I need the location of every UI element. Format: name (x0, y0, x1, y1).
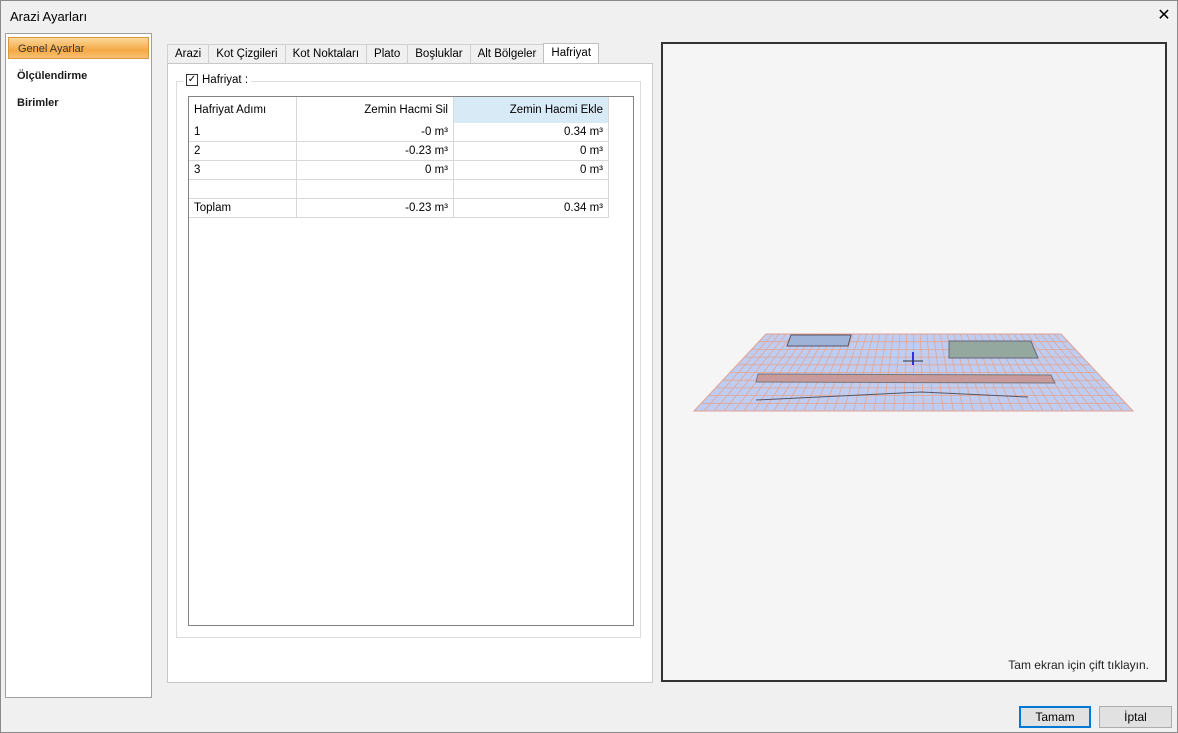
table-cell: Toplam (189, 199, 297, 218)
tab-alt-bolgeler[interactable]: Alt Bölgeler (469, 44, 545, 64)
table-cell (189, 180, 297, 199)
close-icon[interactable]: ✕ (1153, 5, 1175, 27)
table-row[interactable]: Toplam -0.23 m³ 0.34 m³ (189, 199, 609, 218)
table-cell: 0 m³ (297, 161, 454, 180)
table-cell: -0.23 m³ (297, 142, 454, 161)
tab-arazi[interactable]: Arazi (167, 44, 210, 64)
column-header[interactable]: Zemin Hacmi Ekle (454, 97, 609, 123)
table-header: Hafriyat Adımı Zemin Hacmi Sil Zemin Hac… (189, 97, 609, 123)
fullscreen-hint: Tam ekran için çift tıklayın. (1008, 658, 1149, 672)
sidebar-item-olculendirme[interactable]: Ölçülendirme (8, 65, 149, 87)
table-row[interactable]: 30 m³ 0 m³ (189, 161, 609, 180)
table-cell: -0 m³ (297, 123, 454, 142)
table-cell: 3 (189, 161, 297, 180)
hafriyat-table: Hafriyat Adımı Zemin Hacmi Sil Zemin Hac… (188, 96, 634, 626)
ok-button[interactable]: Tamam (1019, 706, 1091, 728)
sidebar-item-genel-ayarlar[interactable]: Genel Ayarlar (8, 37, 149, 59)
tab-kot-noktalari[interactable]: Kot Noktaları (284, 44, 368, 64)
tab-bar: Arazi Kot Çizgileri Kot Noktaları Plato … (167, 43, 600, 64)
cancel-button[interactable]: İptal (1099, 706, 1172, 728)
table-cell: 2 (189, 142, 297, 161)
table-row[interactable]: 2 -0.23 m³ 0 m³ (189, 142, 609, 161)
terrain-preview[interactable]: Tam ekran için çift tıklayın. (661, 42, 1167, 682)
table-row[interactable] (189, 180, 609, 199)
table-cell: 1 (189, 123, 297, 142)
table-cell: -0.23 m³ (297, 199, 454, 218)
tab-hafriyat[interactable]: Hafriyat (543, 43, 600, 64)
sidebar: Genel Ayarlar Ölçülendirme Birimler (5, 33, 152, 698)
tab-kot-cizgileri[interactable]: Kot Çizgileri (208, 44, 286, 64)
table-cell (454, 180, 609, 199)
column-header[interactable]: Hafriyat Adımı (189, 97, 297, 123)
column-header[interactable]: Zemin Hacmi Sil (297, 97, 454, 123)
window-title: Arazi Ayarları (10, 9, 88, 24)
hafriyat-checkbox[interactable]: ✓ (186, 74, 198, 86)
table-row[interactable]: 1 -0 m³ 0.34 m³ (189, 123, 609, 142)
excavation-pit (948, 340, 1039, 359)
terrain-3d-view (692, 333, 1135, 412)
plato-area (786, 334, 852, 347)
table-cell: 0 m³ (454, 161, 609, 180)
road-strip (755, 373, 1056, 384)
tab-bosluklar[interactable]: Boşluklar (407, 44, 471, 64)
hafriyat-label: Hafriyat : (202, 74, 249, 86)
table-cell (297, 180, 454, 199)
table-cell: 0 m³ (454, 142, 609, 161)
tab-plato[interactable]: Plato (366, 44, 409, 64)
hafriyat-checkbox-label[interactable]: ✓ Hafriyat : (183, 74, 252, 86)
table-cell: 0.34 m³ (454, 123, 609, 142)
sidebar-item-birimler[interactable]: Birimler (8, 92, 149, 114)
table-cell: 0.34 m³ (454, 199, 609, 218)
